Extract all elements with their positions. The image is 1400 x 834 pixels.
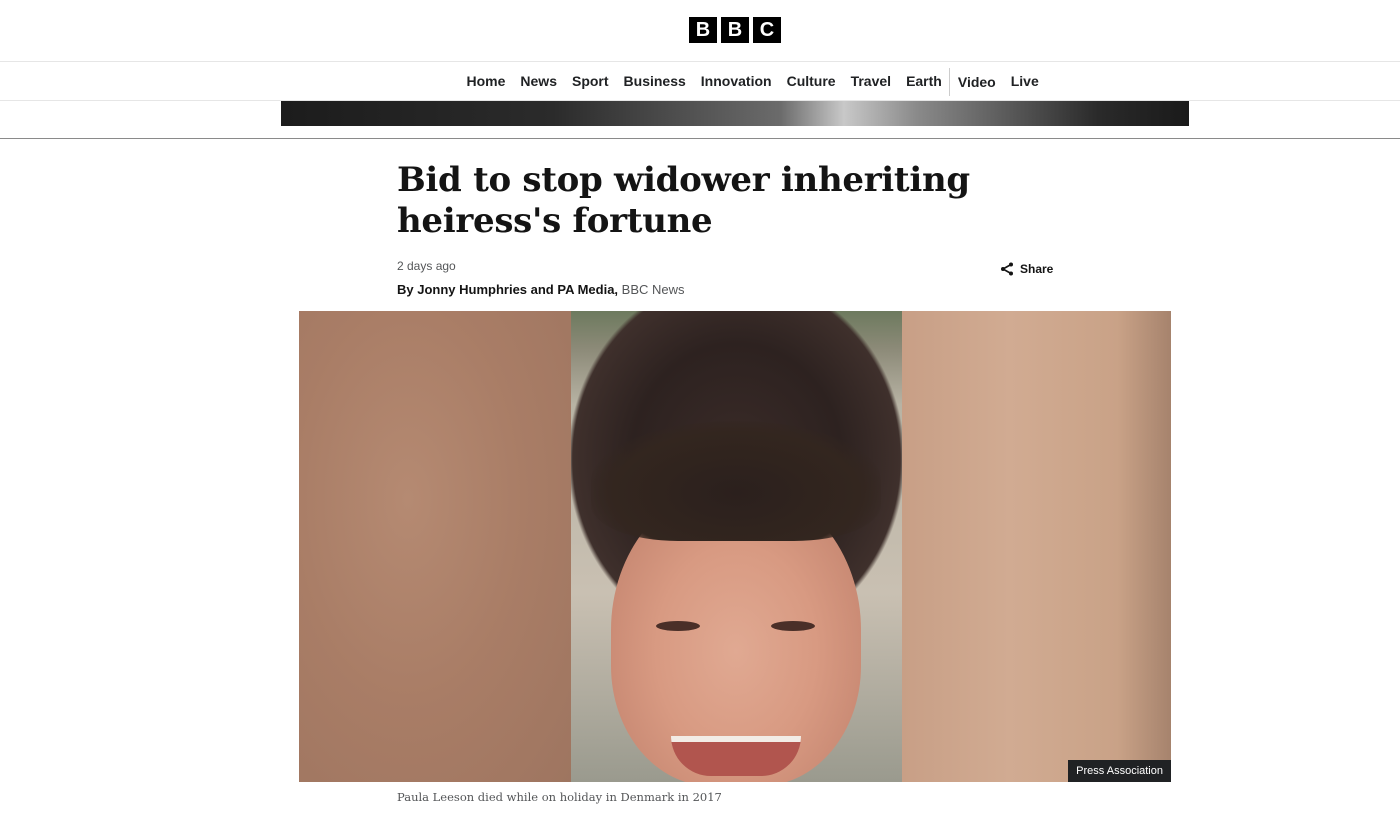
nav-item-news[interactable]: News: [513, 62, 565, 101]
nav-item-innovation[interactable]: Innovation: [693, 62, 779, 101]
article-timestamp: 2 days ago: [397, 259, 456, 273]
article-byline: By Jonny Humphries and PA Media, BBC New…: [397, 282, 685, 297]
nav-item-travel[interactable]: Travel: [843, 62, 898, 101]
nav-item-earth[interactable]: Earth: [899, 62, 950, 101]
site-header: B B C: [0, 0, 1400, 62]
article-headline: Bid to stop widower inheriting heiress's…: [397, 160, 970, 241]
banner-divider: [0, 138, 1400, 139]
share-button[interactable]: Share: [1000, 262, 1053, 276]
nav-list: Home News Sport Business Innovation Cult…: [459, 62, 1046, 101]
image-credit: Press Association: [1068, 760, 1171, 782]
nav-item-video[interactable]: Video: [949, 67, 1003, 96]
bbc-logo[interactable]: B B C: [689, 17, 781, 43]
portrait-eye-left: [656, 621, 700, 631]
hero-image: Press Association: [299, 311, 1171, 782]
share-label: Share: [1020, 262, 1054, 276]
byline-author: By Jonny Humphries and PA Media,: [397, 282, 619, 297]
top-banner-image[interactable]: [281, 101, 1189, 126]
logo-letter-b2: B: [721, 17, 749, 43]
portrait-smile: [671, 736, 801, 776]
nav-item-live[interactable]: Live: [1003, 62, 1046, 101]
nav-item-sport[interactable]: Sport: [564, 62, 616, 101]
portrait-eye-right: [771, 621, 815, 631]
byline-org: BBC News: [621, 282, 685, 297]
logo-letter-b1: B: [689, 17, 717, 43]
hero-portrait: [571, 311, 902, 782]
nav-item-business[interactable]: Business: [616, 62, 693, 101]
image-caption: Paula Leeson died while on holiday in De…: [397, 790, 722, 804]
nav-item-culture[interactable]: Culture: [779, 62, 843, 101]
main-nav: Home News Sport Business Innovation Cult…: [0, 62, 1400, 101]
portrait-fringe: [591, 421, 881, 541]
nav-item-home[interactable]: Home: [459, 62, 513, 101]
hero-blur-left: [299, 311, 571, 782]
share-icon: [1000, 262, 1014, 276]
hero-blur-right: [902, 311, 1171, 782]
logo-letter-c: C: [753, 17, 781, 43]
